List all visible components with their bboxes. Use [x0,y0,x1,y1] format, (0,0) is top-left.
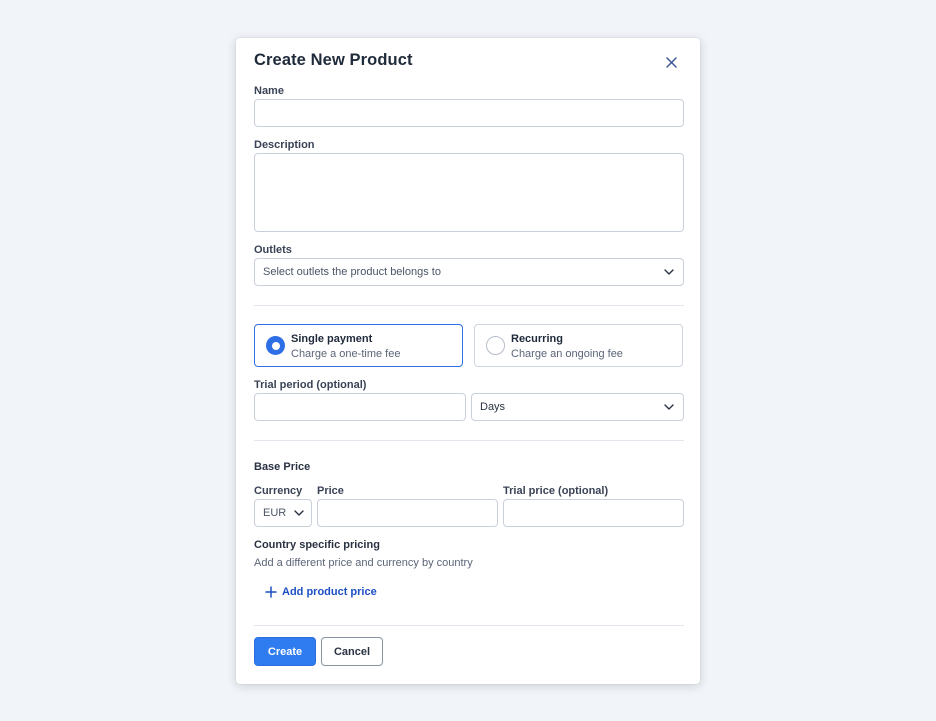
outlets-label: Outlets [254,244,292,256]
description-textarea[interactable] [254,153,684,232]
chevron-down-icon [664,269,674,275]
add-product-price-button[interactable]: Add product price [265,586,377,598]
currency-value: EUR [263,507,287,519]
modal-title: Create New Product [254,51,413,69]
payment-option-subtitle: Charge a one-time fee [291,348,401,360]
close-icon [665,56,677,68]
currency-label: Currency [254,485,303,497]
trial-unit-value: Days [480,401,506,413]
chevron-down-icon [664,404,674,410]
cancel-button[interactable]: Cancel [321,637,383,666]
trial-price-label: Trial price (optional) [503,485,609,497]
divider [254,625,684,626]
radio-unselected-icon [486,336,505,355]
description-label: Description [254,139,315,151]
outlets-placeholder: Select outlets the product belongs to [263,266,441,278]
price-label: Price [317,485,344,497]
add-product-price-label: Add product price [282,586,377,598]
divider [254,440,684,441]
name-label: Name [254,85,284,97]
trial-period-label: Trial period (optional) [254,379,367,391]
radio-selected-icon [266,336,285,355]
trial-price-input[interactable] [503,499,684,527]
base-price-title: Base Price [254,461,311,473]
create-button[interactable]: Create [254,637,316,666]
payment-option-title: Single payment [291,333,373,345]
price-input[interactable] [317,499,498,527]
payment-option-title: Recurring [511,333,563,345]
divider [254,305,684,306]
outlets-select[interactable]: Select outlets the product belongs to [254,258,684,286]
name-input[interactable] [254,99,684,127]
country-pricing-title: Country specific pricing [254,539,380,551]
payment-option-subtitle: Charge an ongoing fee [511,348,623,360]
plus-icon [265,586,277,598]
close-button[interactable] [660,51,682,73]
country-pricing-description: Add a different price and currency by co… [254,557,473,569]
payment-option-single[interactable]: Single payment Charge a one-time fee [254,324,463,367]
trial-unit-select[interactable]: Days [471,393,684,421]
payment-option-recurring[interactable]: Recurring Charge an ongoing fee [474,324,683,367]
chevron-down-icon [294,510,304,516]
create-product-modal: Create New Product Name Description Outl… [236,38,700,684]
trial-period-input[interactable] [254,393,466,421]
currency-select[interactable]: EUR [254,499,312,527]
